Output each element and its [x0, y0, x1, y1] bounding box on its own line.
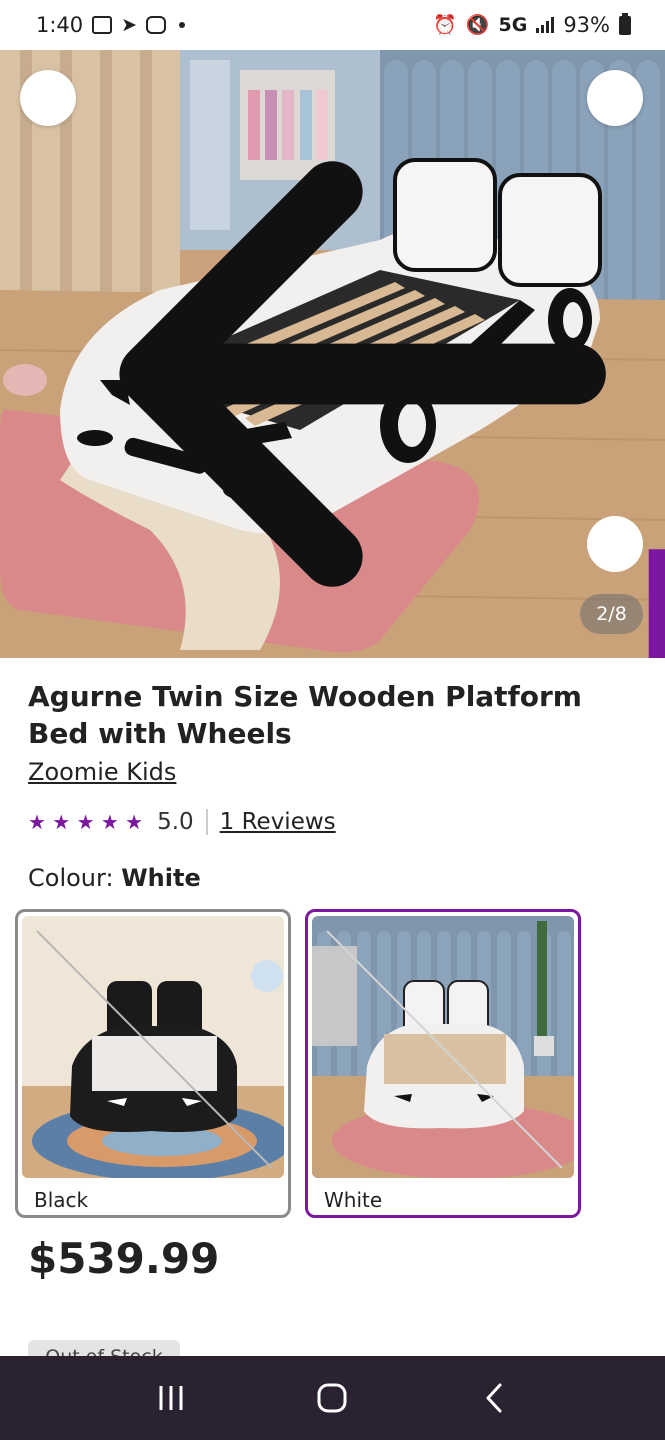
product-price: $539.99	[28, 1234, 220, 1283]
status-left: 1:40 ➤	[36, 13, 186, 37]
gallery-icon	[92, 16, 113, 34]
arrow-left-icon	[119, 161, 606, 587]
battery-icon	[619, 12, 631, 35]
visual-search-icon	[648, 549, 665, 658]
network-type: 5G	[498, 14, 528, 36]
back-button[interactable]	[20, 70, 606, 587]
colour-label: Colour:	[28, 864, 114, 892]
chevron-left-icon	[486, 1383, 502, 1413]
brand-link[interactable]: Zoomie Kids	[28, 758, 176, 786]
swatch-black-label: Black	[34, 1188, 89, 1212]
status-right: ⏰ 🔇 5G 93%	[433, 12, 631, 37]
product-image-gallery[interactable]: 2/8	[0, 50, 665, 658]
share-button[interactable]	[587, 70, 643, 126]
swatch-black-image	[22, 916, 284, 1178]
alarm-icon: ⏰	[433, 13, 457, 36]
mute-icon: 🔇	[465, 13, 490, 36]
reviews-link[interactable]: 1 Reviews	[220, 809, 336, 835]
star-rating-icon: ★ ★ ★ ★ ★	[28, 810, 144, 834]
swatch-white-image	[312, 916, 574, 1178]
home-icon	[317, 1383, 347, 1413]
image-counter: 2/8	[580, 594, 643, 634]
rating-row: ★ ★ ★ ★ ★ 5.0 1 Reviews	[28, 806, 336, 838]
swatch-white[interactable]: White	[305, 909, 581, 1218]
visual-search-button[interactable]	[587, 516, 665, 658]
battery-percent: 93%	[563, 13, 610, 37]
rating-value: 5.0	[157, 809, 194, 835]
product-title: Agurne Twin Size Wooden Platform Bed wit…	[28, 680, 582, 750]
recent-apps-button[interactable]	[141, 1368, 201, 1428]
swatch-white-label: White	[324, 1188, 383, 1212]
instagram-icon	[146, 16, 167, 34]
notification-dot-icon	[179, 22, 186, 28]
telegram-icon: ➤	[121, 13, 138, 36]
recent-apps-icon	[159, 1386, 183, 1410]
system-nav-bar	[0, 1356, 665, 1440]
status-time: 1:40	[36, 13, 84, 37]
rating-divider	[205, 809, 208, 835]
colour-value: White	[121, 864, 201, 892]
swatch-black[interactable]: Black	[15, 909, 291, 1218]
status-bar: 1:40 ➤ ⏰ 🔇 5G 93%	[0, 0, 665, 50]
signal-icon	[536, 17, 555, 33]
system-back-button[interactable]	[464, 1368, 524, 1428]
colour-selection-label: Colour: White	[28, 864, 201, 892]
home-button[interactable]	[302, 1368, 362, 1428]
